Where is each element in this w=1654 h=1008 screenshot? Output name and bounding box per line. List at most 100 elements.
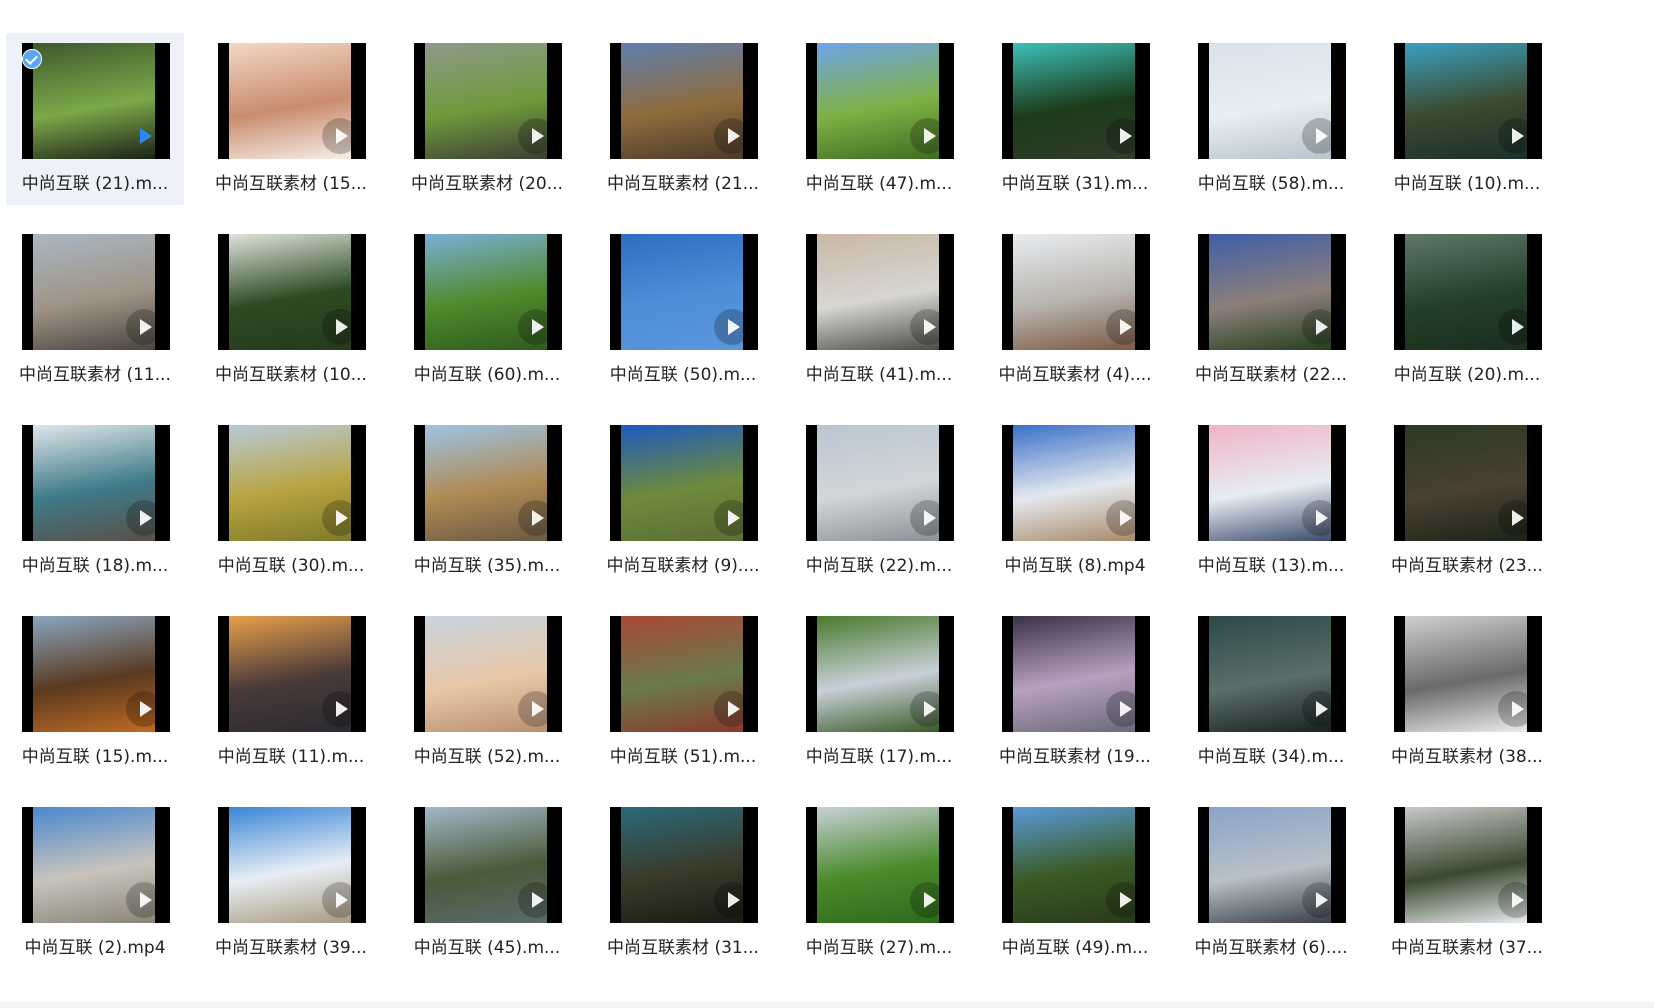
file-name-label: 中尚互联素材 (31... [607,938,759,958]
video-thumbnail[interactable] [610,234,758,350]
video-file-item[interactable]: 中尚互联 (11).m... [202,606,380,778]
video-file-item[interactable]: 中尚互联 (51).m... [594,606,772,778]
video-thumbnail[interactable] [414,807,562,923]
video-file-item[interactable]: 中尚互联 (50).m... [594,224,772,396]
play-icon [1498,500,1534,536]
file-name-label: 中尚互联 (20).m... [1393,365,1541,385]
video-file-item[interactable]: 中尚互联 (30).m... [202,415,380,587]
video-thumbnail[interactable] [1198,807,1346,923]
play-icon [1106,500,1142,536]
video-thumbnail[interactable] [1002,616,1150,732]
video-thumbnail[interactable] [218,616,366,732]
video-file-item[interactable]: 中尚互联素材 (39... [202,797,380,969]
file-name-label: 中尚互联 (60).m... [413,365,561,385]
file-name-label: 中尚互联 (27).m... [805,938,953,958]
video-thumbnail[interactable] [1394,43,1542,159]
video-file-item[interactable]: 中尚互联素材 (6).... [1182,797,1360,969]
video-file-item[interactable]: 中尚互联素材 (23... [1378,415,1556,587]
video-file-item[interactable]: 中尚互联 (35).m... [398,415,576,587]
video-thumbnail[interactable] [1002,425,1150,541]
play-icon [910,500,946,536]
video-file-item[interactable]: 中尚互联 (18).m... [6,415,184,587]
video-thumbnail[interactable] [218,234,366,350]
video-thumbnail[interactable] [22,43,170,159]
video-thumbnail[interactable] [1002,234,1150,350]
file-name-label: 中尚互联素材 (23... [1391,556,1543,576]
video-file-item[interactable]: 中尚互联素材 (19... [986,606,1164,778]
video-thumbnail[interactable] [610,425,758,541]
video-file-item[interactable]: 中尚互联 (52).m... [398,606,576,778]
video-file-item[interactable]: 中尚互联素材 (10... [202,224,380,396]
play-icon [1302,691,1338,727]
video-file-item[interactable]: 中尚互联 (60).m... [398,224,576,396]
video-file-item[interactable]: 中尚互联 (45).m... [398,797,576,969]
video-file-item[interactable]: 中尚互联 (13).m... [1182,415,1360,587]
video-file-item[interactable]: 中尚互联 (10).m... [1378,33,1556,205]
video-file-item[interactable]: 中尚互联素材 (37... [1378,797,1556,969]
video-file-item[interactable]: 中尚互联素材 (31... [594,797,772,969]
video-thumbnail[interactable] [1002,43,1150,159]
video-file-item[interactable]: 中尚互联素材 (20... [398,33,576,205]
play-icon [1498,118,1534,154]
play-icon [518,691,554,727]
video-file-item[interactable]: 中尚互联 (58).m... [1182,33,1360,205]
video-file-item[interactable]: 中尚互联 (17).m... [790,606,968,778]
video-thumbnail[interactable] [22,425,170,541]
video-file-item[interactable]: 中尚互联 (49).m... [986,797,1164,969]
video-file-item[interactable]: 中尚互联 (8).mp4 [986,415,1164,587]
video-thumbnail[interactable] [22,807,170,923]
video-file-item[interactable]: 中尚互联素材 (38... [1378,606,1556,778]
video-thumbnail[interactable] [1198,234,1346,350]
play-icon [1106,691,1142,727]
video-file-item[interactable]: 中尚互联素材 (11... [6,224,184,396]
video-file-item[interactable]: 中尚互联 (22).m... [790,415,968,587]
video-thumbnail[interactable] [414,234,562,350]
play-icon [714,691,750,727]
file-name-label: 中尚互联 (41).m... [805,365,953,385]
video-thumbnail[interactable] [1394,425,1542,541]
video-file-item[interactable]: 中尚互联 (34).m... [1182,606,1360,778]
video-thumbnail[interactable] [414,425,562,541]
video-thumbnail[interactable] [1394,234,1542,350]
video-file-item[interactable]: 中尚互联 (47).m... [790,33,968,205]
video-thumbnail[interactable] [1394,616,1542,732]
video-thumbnail[interactable] [610,616,758,732]
video-thumbnail[interactable] [806,807,954,923]
video-thumbnail[interactable] [1394,807,1542,923]
video-thumbnail[interactable] [806,425,954,541]
video-thumbnail[interactable] [218,425,366,541]
video-thumbnail[interactable] [218,43,366,159]
video-thumbnail[interactable] [806,43,954,159]
play-icon [126,500,162,536]
video-thumbnail[interactable] [218,807,366,923]
video-thumbnail[interactable] [414,43,562,159]
video-thumbnail[interactable] [806,616,954,732]
video-thumbnail[interactable] [806,234,954,350]
bottom-divider [0,1002,1654,1008]
video-thumbnail[interactable] [1198,425,1346,541]
video-thumbnail[interactable] [1198,616,1346,732]
video-file-item[interactable]: 中尚互联素材 (15... [202,33,380,205]
video-thumbnail[interactable] [610,807,758,923]
video-file-item[interactable]: 中尚互联 (15).m... [6,606,184,778]
video-thumbnail[interactable] [1198,43,1346,159]
video-file-item[interactable]: 中尚互联 (2).mp4 [6,797,184,969]
play-icon [1498,691,1534,727]
video-thumbnail[interactable] [22,616,170,732]
selected-check-icon[interactable] [22,49,42,69]
video-thumbnail[interactable] [1002,807,1150,923]
video-thumbnail[interactable] [414,616,562,732]
video-file-item[interactable]: 中尚互联素材 (9).... [594,415,772,587]
video-thumbnail[interactable] [22,234,170,350]
video-file-item[interactable]: 中尚互联 (27).m... [790,797,968,969]
play-icon [910,691,946,727]
video-file-item[interactable]: 中尚互联素材 (4).... [986,224,1164,396]
video-file-item[interactable]: 中尚互联 (20).m... [1378,224,1556,396]
video-file-item[interactable]: 中尚互联素材 (22... [1182,224,1360,396]
video-file-item[interactable]: 中尚互联 (21).m... [6,33,184,205]
video-file-item[interactable]: 中尚互联素材 (21... [594,33,772,205]
video-file-item[interactable]: 中尚互联 (31).m... [986,33,1164,205]
file-name-label: 中尚互联 (45).m... [413,938,561,958]
video-file-item[interactable]: 中尚互联 (41).m... [790,224,968,396]
video-thumbnail[interactable] [610,43,758,159]
